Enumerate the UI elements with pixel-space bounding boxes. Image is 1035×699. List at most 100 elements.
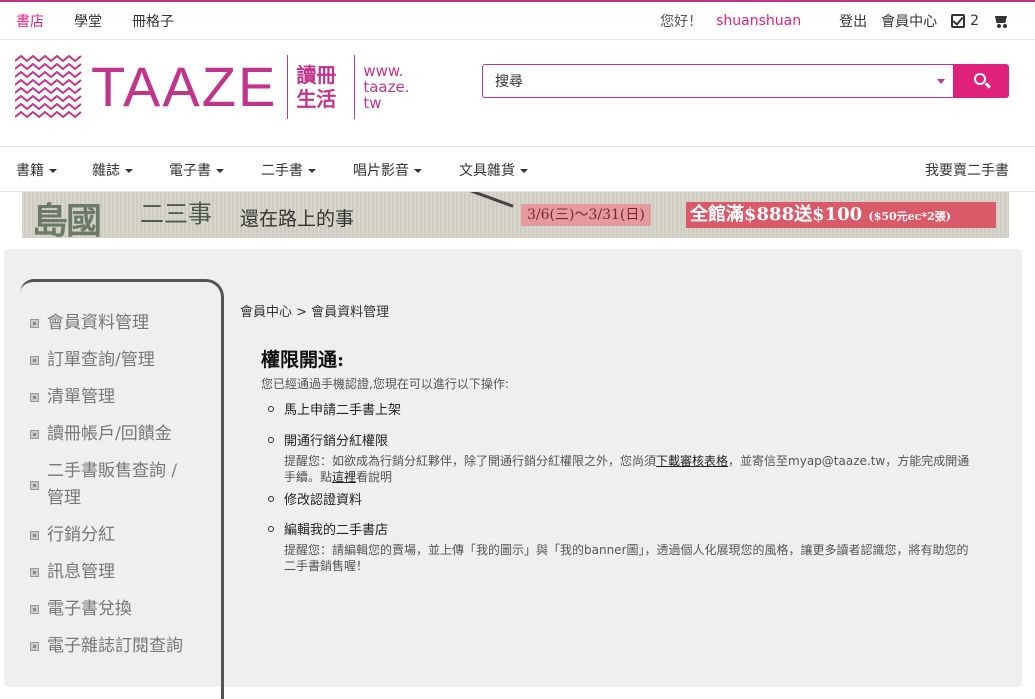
top-bar: 書店 學堂 冊格子 您好！ shuanshuan 登出 會員中心 2 (0, 0, 1035, 40)
sidebar-item-messages[interactable]: 訊息管理 (30, 562, 115, 586)
top-link-grid[interactable]: 冊格子 (132, 11, 174, 31)
sidebar-item-label-line2: 管理 (47, 488, 81, 508)
bullet-icon (30, 642, 39, 651)
search-bar: 搜尋 (482, 64, 1009, 98)
sidebar-item-affiliate[interactable]: 行銷分紅 (30, 525, 115, 549)
header: TAAZE 讀冊 生活 www. taaze. tw 搜尋 (0, 40, 1035, 146)
search-dropdown-icon[interactable] (937, 79, 945, 84)
page-title: 權限開通: (261, 349, 345, 371)
username-link[interactable]: shuanshuan (716, 13, 801, 29)
logo-chinese: 讀冊 生活 (296, 63, 344, 111)
logo-url: www. taaze. tw (363, 63, 421, 111)
bullet-icon (30, 356, 39, 365)
nav-stationery-label: 文具雜貨 (459, 163, 515, 179)
logout-link[interactable]: 登出 (839, 11, 867, 31)
banner-subtitle: 還在路上的事 (240, 208, 355, 230)
logo-wordmark: TAAZE (91, 55, 278, 118)
top-links: 書店 學堂 冊格子 (16, 11, 204, 31)
chevron-down-icon (520, 169, 528, 173)
greeting: 您好！ (660, 14, 703, 30)
nav-magazines-label: 雜誌 (92, 163, 120, 179)
nav-magazines[interactable]: 雜誌 (92, 160, 133, 180)
top-user-area: 您好！ shuanshuan 登出 會員中心 2 (660, 11, 1009, 31)
logo-url-line3: tw (363, 94, 382, 112)
main-content: 會員中心 > 會員資料管理 權限開通: 您已經通過手機認證,您現在可以進行以下操… (240, 301, 969, 573)
chevron-down-icon (125, 169, 133, 173)
breadcrumb: 會員中心 > 會員資料管理 (240, 305, 390, 320)
sidebar-item-label: 會員資料管理 (47, 313, 149, 333)
sidebar-item-label: 電子雜誌訂閱查詢 (47, 636, 183, 656)
nav-secondhand[interactable]: 二手書 (261, 160, 316, 180)
search-input[interactable]: 搜尋 (482, 64, 953, 98)
option-edit-store[interactable]: 編輯我的二手書店 (268, 519, 388, 538)
sidebar-item-ebook-redeem[interactable]: 電子書兌換 (30, 599, 132, 623)
sidebar-item-orders[interactable]: 訂單查詢/管理 (30, 350, 155, 374)
logo-cn-line1: 讀冊 (296, 63, 337, 87)
banner-promo-text: 全館滿$888送$100 (690, 204, 863, 225)
option-edit-verification[interactable]: 修改認證資料 (268, 489, 362, 508)
member-sidebar: 會員資料管理 訂單查詢/管理 清單管理 讀冊帳戶/回饋金 二手書販售查詢 / 管理… (20, 279, 224, 699)
logo-divider-2 (354, 55, 356, 119)
chevron-down-icon (216, 169, 224, 173)
search-icon (974, 73, 986, 85)
sidebar-item-label: 二手書販售查詢 / (47, 461, 178, 481)
sidebar-item-account[interactable]: 讀冊帳戶/回饋金 (30, 424, 172, 448)
bullet-icon (30, 531, 39, 540)
bullet-icon (30, 430, 39, 439)
sidebar-item-label: 讀冊帳戶/回饋金 (47, 424, 172, 444)
sell-secondhand-link[interactable]: 我要賣二手書 (925, 160, 1009, 180)
store-note: 提醒您：請編輯您的賣場，並上傳「我的圖示」與「我的banner圖」，透過個人化展… (284, 543, 969, 573)
sidebar-item-label: 電子書兌換 (47, 599, 132, 619)
circle-bullet-icon (268, 525, 274, 532)
circle-bullet-icon (268, 405, 274, 412)
nav-stationery[interactable]: 文具雜貨 (459, 160, 528, 180)
checklist-button[interactable]: 2 (951, 13, 979, 29)
pointing-hand-icon (450, 192, 514, 224)
sidebar-item-emagazine[interactable]: 電子雜誌訂閱查詢 (30, 636, 183, 660)
content-panel: 會員資料管理 訂單查詢/管理 清單管理 讀冊帳戶/回饋金 二手書販售查詢 / 管理… (4, 249, 1022, 699)
bullet-icon (30, 319, 39, 328)
chevron-down-icon (49, 169, 57, 173)
nav-secondhand-label: 二手書 (261, 163, 303, 179)
chevron-down-icon (414, 169, 422, 173)
nav-music-label: 唱片影音 (353, 163, 409, 179)
option-apply-listing[interactable]: 馬上申請二手書上架 (268, 399, 401, 418)
circle-bullet-icon (268, 495, 274, 502)
nav-books-label: 書籍 (16, 163, 44, 179)
waves-logo-icon (15, 55, 82, 119)
top-link-bookstore[interactable]: 書店 (16, 11, 44, 31)
top-link-academy[interactable]: 學堂 (74, 11, 102, 31)
banner-title-big: 島國 (32, 200, 102, 238)
bullet-icon (30, 605, 39, 614)
sidebar-item-profile[interactable]: 會員資料管理 (30, 313, 149, 337)
sidebar-item-label: 行銷分紅 (47, 525, 115, 545)
nav-books[interactable]: 書籍 (16, 160, 57, 180)
nav-music-video[interactable]: 唱片影音 (353, 160, 422, 180)
option-label: 馬上申請二手書上架 (284, 403, 402, 418)
sidebar-item-secondhand-sales[interactable]: 二手書販售查詢 / 管理 (30, 461, 178, 512)
option-label: 修改認證資料 (284, 493, 363, 508)
search-input-value: 搜尋 (495, 74, 523, 90)
intro-text: 您已經通過手機認證,您現在可以進行以下操作: (261, 377, 509, 391)
logo-cn-line2: 生活 (296, 87, 337, 111)
see-here-link[interactable]: 這裡 (332, 470, 356, 484)
sidebar-item-label: 訂單查詢/管理 (47, 350, 155, 370)
promo-banner[interactable]: 島國 二三事 還在路上的事 3/6(三)～3/31(日) 全館滿$888送$10… (22, 192, 1009, 238)
download-form-link[interactable]: 下載審核表格 (656, 454, 728, 468)
cart-icon[interactable] (993, 14, 1009, 28)
banner-date: 3/6(三)～3/31(日) (521, 204, 651, 226)
affiliate-note: 提醒您：如欲成為行銷分紅夥伴，除了開通行銷分紅權限之外，您尚須下載審核表格，並寄… (284, 453, 978, 485)
main-nav: 書籍 雜誌 電子書 二手書 唱片影音 文具雜貨 我要賣二手書 (0, 146, 1035, 192)
banner-promo-small: ($50元ec*2張) (868, 210, 951, 223)
chevron-down-icon (308, 169, 316, 173)
bullet-icon (30, 481, 39, 490)
sidebar-item-lists[interactable]: 清單管理 (30, 387, 115, 411)
note-text: 提醒您：如欲成為行銷分紅夥伴，除了開通行銷分紅權限之外，您尚須 (284, 454, 657, 468)
option-label: 編輯我的二手書店 (284, 523, 389, 538)
nav-ebooks[interactable]: 電子書 (169, 160, 224, 180)
option-label: 開通行銷分紅權限 (284, 434, 389, 449)
taaze-logo[interactable]: TAAZE 讀冊 生活 www. taaze. tw (15, 54, 421, 120)
option-affiliate[interactable]: 開通行銷分紅權限 (268, 430, 388, 449)
member-center-link[interactable]: 會員中心 (881, 11, 937, 31)
search-button[interactable] (953, 64, 1009, 98)
